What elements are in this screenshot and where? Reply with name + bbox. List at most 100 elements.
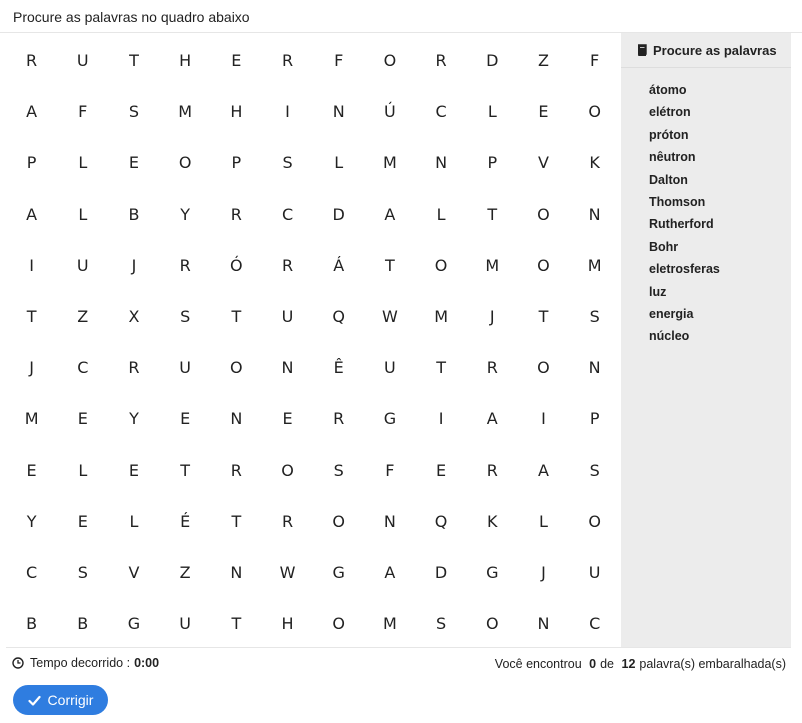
grid-cell[interactable]: O bbox=[313, 496, 364, 547]
grid-cell[interactable]: L bbox=[57, 189, 108, 240]
grid-cell[interactable]: Q bbox=[313, 291, 364, 342]
grid-cell[interactable]: O bbox=[160, 137, 211, 188]
grid-cell[interactable]: M bbox=[364, 137, 415, 188]
grid-cell[interactable]: R bbox=[211, 189, 262, 240]
grid-cell[interactable]: E bbox=[57, 496, 108, 547]
grid-cell[interactable]: F bbox=[313, 35, 364, 86]
grid-cell[interactable]: S bbox=[108, 86, 159, 137]
grid-cell[interactable]: T bbox=[211, 496, 262, 547]
grid-cell[interactable]: S bbox=[569, 291, 620, 342]
grid-cell[interactable]: R bbox=[108, 342, 159, 393]
grid-cell[interactable]: A bbox=[6, 189, 57, 240]
grid-cell[interactable]: J bbox=[518, 547, 569, 598]
grid-cell[interactable]: Á bbox=[313, 240, 364, 291]
grid-cell[interactable]: I bbox=[416, 393, 467, 444]
grid-cell[interactable]: C bbox=[416, 86, 467, 137]
grid-cell[interactable]: Y bbox=[6, 496, 57, 547]
grid-cell[interactable]: I bbox=[518, 393, 569, 444]
grid-cell[interactable]: E bbox=[518, 86, 569, 137]
grid-cell[interactable]: D bbox=[416, 547, 467, 598]
grid-cell[interactable]: L bbox=[416, 189, 467, 240]
grid-cell[interactable]: N bbox=[211, 393, 262, 444]
grid-cell[interactable]: U bbox=[364, 342, 415, 393]
grid-cell[interactable]: K bbox=[467, 496, 518, 547]
grid-cell[interactable]: E bbox=[57, 393, 108, 444]
grid-cell[interactable]: Z bbox=[57, 291, 108, 342]
grid-cell[interactable]: J bbox=[108, 240, 159, 291]
grid-cell[interactable]: L bbox=[467, 86, 518, 137]
grid-cell[interactable]: O bbox=[467, 598, 518, 649]
grid-cell[interactable]: E bbox=[108, 445, 159, 496]
grid-cell[interactable]: Q bbox=[416, 496, 467, 547]
grid-cell[interactable]: O bbox=[364, 35, 415, 86]
grid-cell[interactable]: A bbox=[6, 86, 57, 137]
grid-cell[interactable]: R bbox=[313, 393, 364, 444]
grid-cell[interactable]: T bbox=[108, 35, 159, 86]
grid-cell[interactable]: G bbox=[364, 393, 415, 444]
grid-cell[interactable]: R bbox=[160, 240, 211, 291]
grid-cell[interactable]: G bbox=[467, 547, 518, 598]
grid-cell[interactable]: E bbox=[262, 393, 313, 444]
grid-cell[interactable]: G bbox=[108, 598, 159, 649]
grid-cell[interactable]: U bbox=[57, 240, 108, 291]
grid-cell[interactable]: O bbox=[211, 342, 262, 393]
grid-cell[interactable]: O bbox=[518, 189, 569, 240]
grid-cell[interactable]: R bbox=[467, 342, 518, 393]
grid-cell[interactable]: L bbox=[518, 496, 569, 547]
grid-cell[interactable]: Ó bbox=[211, 240, 262, 291]
grid-cell[interactable]: R bbox=[416, 35, 467, 86]
grid-cell[interactable]: N bbox=[416, 137, 467, 188]
grid-cell[interactable]: P bbox=[569, 393, 620, 444]
grid-cell[interactable]: A bbox=[518, 445, 569, 496]
grid-cell[interactable]: C bbox=[569, 598, 620, 649]
grid-cell[interactable]: B bbox=[6, 598, 57, 649]
grid-cell[interactable]: C bbox=[57, 342, 108, 393]
grid-cell[interactable]: N bbox=[569, 342, 620, 393]
grid-cell[interactable]: U bbox=[160, 598, 211, 649]
grid-cell[interactable]: X bbox=[108, 291, 159, 342]
grid-cell[interactable]: M bbox=[160, 86, 211, 137]
grid-cell[interactable]: A bbox=[364, 189, 415, 240]
grid-cell[interactable]: S bbox=[160, 291, 211, 342]
grid-cell[interactable]: T bbox=[211, 291, 262, 342]
grid-cell[interactable]: V bbox=[518, 137, 569, 188]
grid-cell[interactable]: K bbox=[569, 137, 620, 188]
grid-cell[interactable]: Z bbox=[518, 35, 569, 86]
grid-cell[interactable]: C bbox=[262, 189, 313, 240]
grid-cell[interactable]: O bbox=[518, 342, 569, 393]
grid-cell[interactable]: M bbox=[569, 240, 620, 291]
grid-cell[interactable]: A bbox=[364, 547, 415, 598]
grid-cell[interactable]: J bbox=[6, 342, 57, 393]
grid-cell[interactable]: N bbox=[518, 598, 569, 649]
grid-cell[interactable]: T bbox=[211, 598, 262, 649]
grid-cell[interactable]: U bbox=[569, 547, 620, 598]
grid-cell[interactable]: B bbox=[108, 189, 159, 240]
grid-cell[interactable]: Ê bbox=[313, 342, 364, 393]
grid-cell[interactable]: S bbox=[262, 137, 313, 188]
grid-cell[interactable]: T bbox=[467, 189, 518, 240]
grid-cell[interactable]: T bbox=[364, 240, 415, 291]
grid-cell[interactable]: R bbox=[467, 445, 518, 496]
grid-cell[interactable]: S bbox=[57, 547, 108, 598]
grid-cell[interactable]: É bbox=[160, 496, 211, 547]
grid-cell[interactable]: E bbox=[160, 393, 211, 444]
grid-cell[interactable]: M bbox=[6, 393, 57, 444]
grid-cell[interactable]: E bbox=[108, 137, 159, 188]
grid-cell[interactable]: E bbox=[6, 445, 57, 496]
grid-cell[interactable]: O bbox=[569, 496, 620, 547]
grid-cell[interactable]: M bbox=[467, 240, 518, 291]
grid-cell[interactable]: I bbox=[262, 86, 313, 137]
grid-cell[interactable]: O bbox=[313, 598, 364, 649]
grid-cell[interactable]: Y bbox=[108, 393, 159, 444]
grid-cell[interactable]: R bbox=[6, 35, 57, 86]
grid-cell[interactable]: H bbox=[262, 598, 313, 649]
grid-cell[interactable]: U bbox=[160, 342, 211, 393]
grid-cell[interactable]: E bbox=[416, 445, 467, 496]
grid-cell[interactable]: C bbox=[6, 547, 57, 598]
grid-cell[interactable]: L bbox=[313, 137, 364, 188]
grid-cell[interactable]: T bbox=[416, 342, 467, 393]
grid-cell[interactable]: W bbox=[364, 291, 415, 342]
grid-cell[interactable]: O bbox=[569, 86, 620, 137]
grid-cell[interactable]: N bbox=[211, 547, 262, 598]
grid-cell[interactable]: L bbox=[108, 496, 159, 547]
